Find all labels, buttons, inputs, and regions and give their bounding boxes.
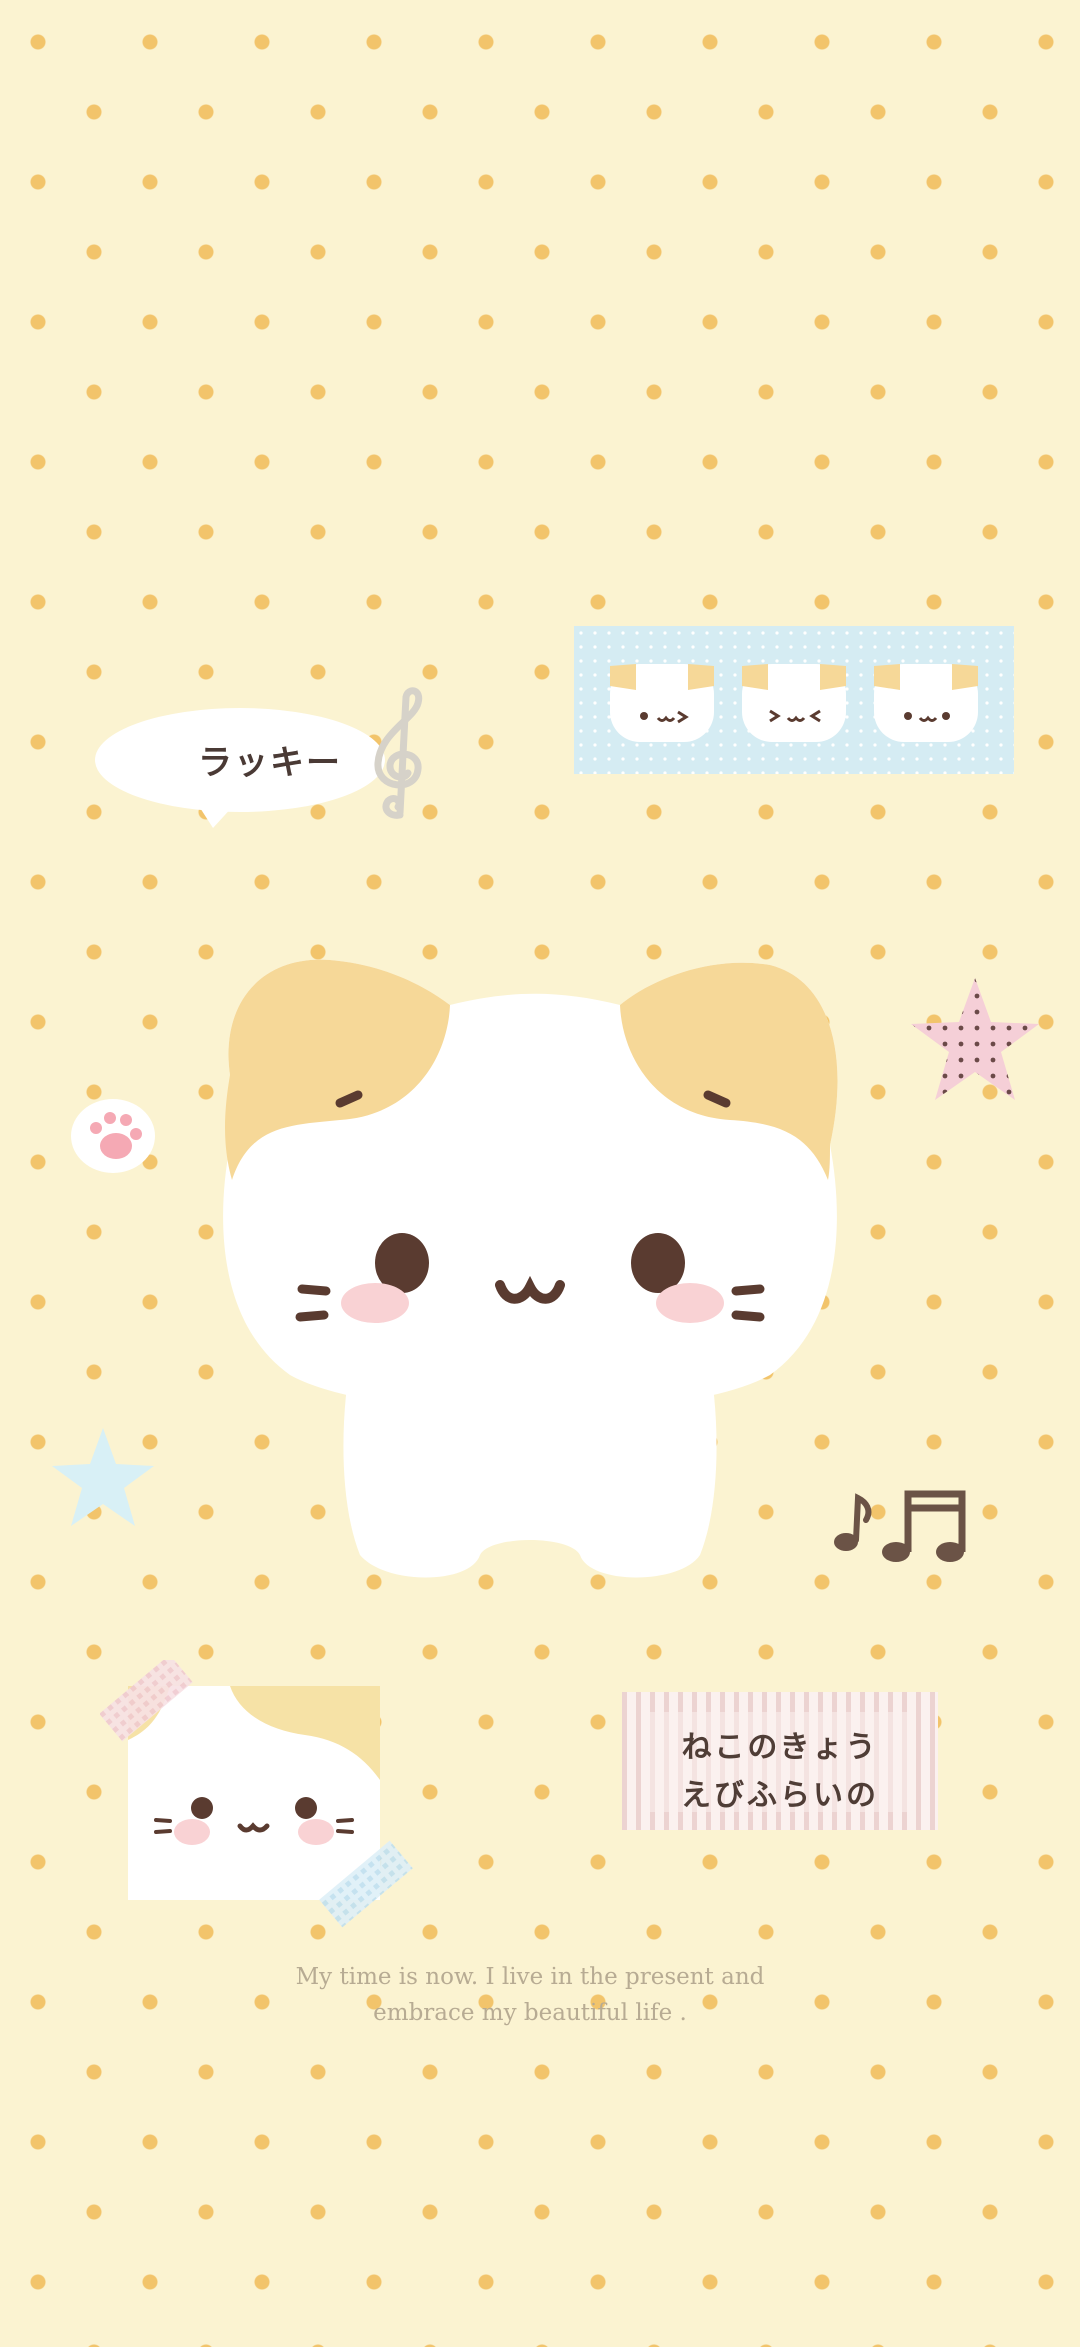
- label-line-1: ねこのきょう: [681, 1730, 879, 1765]
- quote-line-1: My time is now. I live in the present an…: [295, 1964, 765, 1990]
- pink-star-icon: [911, 978, 1039, 1100]
- quote-line-2: embrace my beautiful life .: [373, 2000, 687, 2026]
- paw-icon: [71, 1099, 155, 1173]
- mini-cat-face-2: [742, 664, 846, 742]
- mini-cat-face-1: [610, 664, 714, 742]
- cat-faces-banner: [574, 626, 1014, 774]
- cat-character: [223, 959, 838, 1578]
- blue-star-icon: [52, 1428, 154, 1526]
- speech-bubble-text: ラッキー: [198, 743, 342, 783]
- right-eye: [631, 1233, 685, 1293]
- label-line-2: えびふらいの: [681, 1778, 879, 1813]
- music-notes-icon: [834, 1490, 966, 1562]
- mini-cat-face-3: [874, 664, 978, 742]
- treble-clef-icon: [374, 687, 423, 819]
- cat-face-sticker: [100, 1660, 413, 1928]
